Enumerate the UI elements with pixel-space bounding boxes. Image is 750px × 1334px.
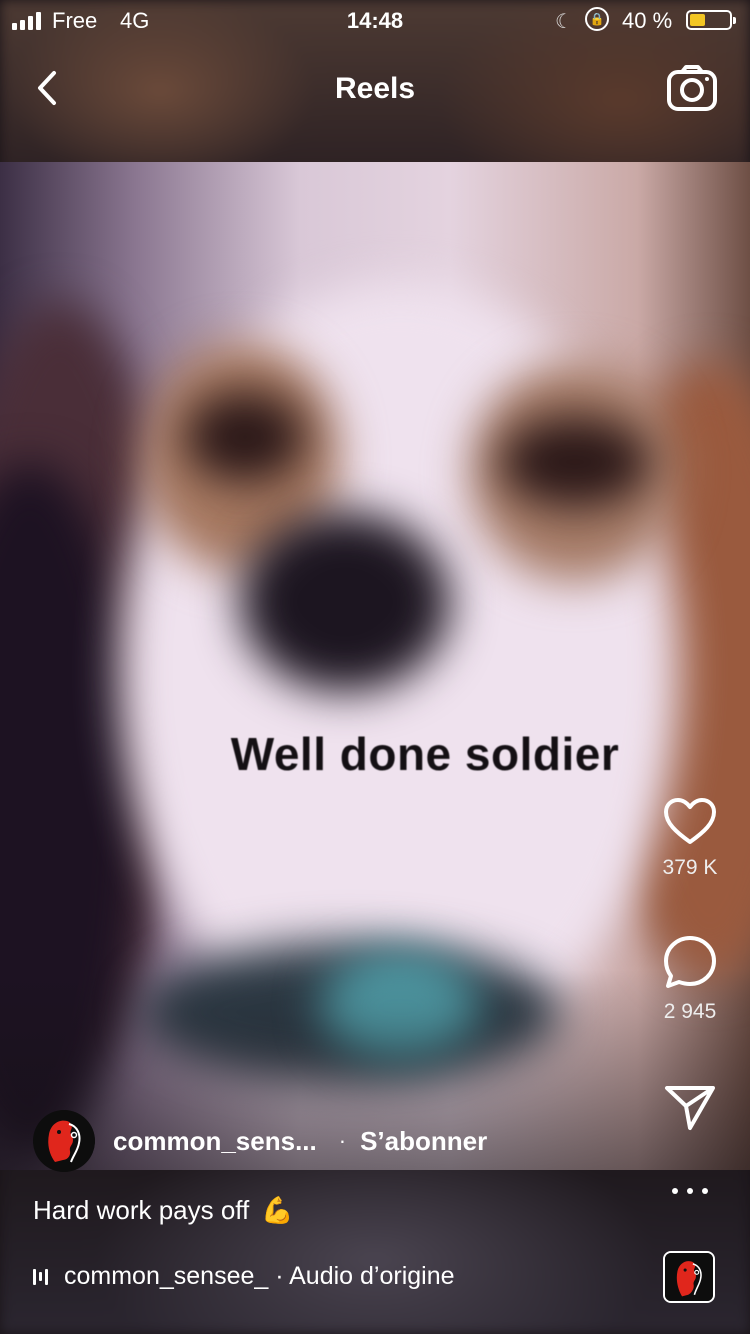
video-shape <box>185 392 305 482</box>
author-username[interactable]: common_sens... <box>113 1126 317 1157</box>
avatar-face-icon <box>33 1110 95 1172</box>
audio-wave-icon <box>33 1267 48 1287</box>
heart-icon[interactable] <box>662 796 718 846</box>
video-overlay-text: Well done soldier <box>230 728 620 780</box>
caption[interactable]: Hard work pays off 💪 <box>33 1195 294 1226</box>
video-shape <box>500 417 650 507</box>
audio-thumbnail[interactable] <box>663 1251 715 1303</box>
share-action <box>640 1082 740 1132</box>
orientation-lock-icon: 🔒 <box>585 7 609 31</box>
audio-row[interactable]: common_sensee_ · Audio d’origine <box>33 1262 455 1291</box>
author-row: common_sens... · S’abonner <box>33 1110 487 1172</box>
video-shape <box>240 512 450 692</box>
like-count[interactable]: 379 K <box>640 856 740 880</box>
audio-avatar-icon <box>665 1253 713 1301</box>
avatar[interactable] <box>33 1110 95 1172</box>
caption-text: Hard work pays off <box>33 1195 250 1225</box>
battery-fill <box>690 14 705 26</box>
send-icon[interactable] <box>663 1082 717 1132</box>
status-bar: Free 4G 14:48 ☾ 🔒 40 % <box>0 0 750 42</box>
comment-icon[interactable] <box>662 934 718 990</box>
separator-dot: · <box>338 1128 347 1153</box>
flexed-biceps-emoji: 💪 <box>261 1195 294 1225</box>
follow-button[interactable]: S’abonner <box>360 1126 487 1157</box>
battery-icon <box>686 10 736 30</box>
nav-bar: Reels <box>0 50 750 130</box>
camera-icon[interactable] <box>666 64 718 112</box>
battery-percent: 40 % <box>622 8 673 33</box>
audio-label: common_sensee_ · Audio d’origine <box>64 1262 455 1290</box>
reels-screen: Well done soldier Free 4G 14:48 ☾ 🔒 40 %… <box>0 0 750 1334</box>
comment-count[interactable]: 2 945 <box>640 1000 740 1024</box>
page-title: Reels <box>334 72 416 105</box>
comment-action: 2 945 <box>640 934 740 1024</box>
like-action: 379 K <box>640 796 740 880</box>
reel-video[interactable]: Well done soldier <box>0 162 750 1170</box>
do-not-disturb-icon: ☾ <box>555 11 573 33</box>
battery-tip <box>733 17 736 24</box>
more-icon[interactable] <box>672 1185 708 1197</box>
